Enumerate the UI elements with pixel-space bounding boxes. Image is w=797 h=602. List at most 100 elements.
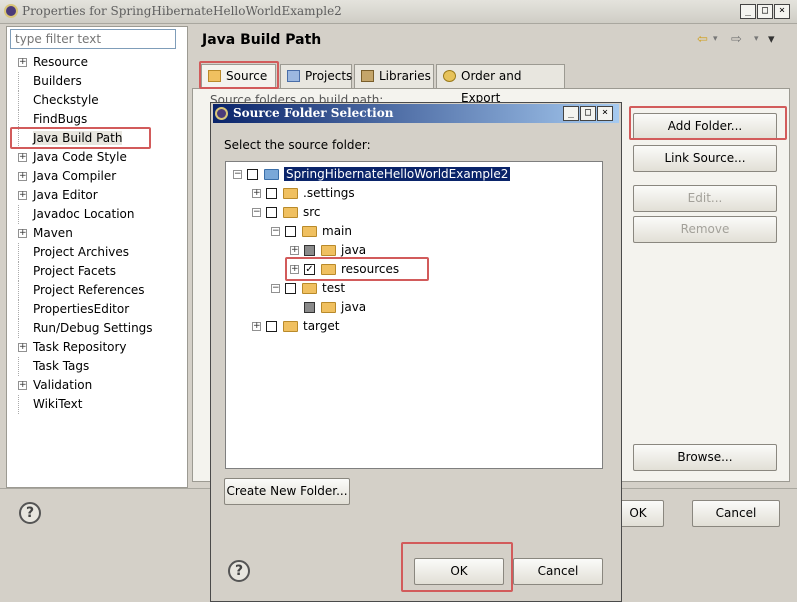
tree-node[interactable]: − src bbox=[252, 203, 321, 222]
window-titlebar: Properties for SpringHibernateHelloWorld… bbox=[0, 0, 797, 24]
dialog-titlebar: Source Folder Selection bbox=[213, 104, 619, 123]
tab-libraries[interactable]: Libraries bbox=[354, 64, 434, 88]
back-menu-icon[interactable]: ▾ bbox=[713, 34, 718, 44]
order-export-icon bbox=[443, 70, 456, 82]
sidebar-item-label: Run/Debug Settings bbox=[33, 321, 153, 335]
sidebar-item[interactable]: Javadoc Location bbox=[18, 205, 134, 224]
tab-libraries-label: Libraries bbox=[379, 69, 431, 83]
tree-node-label: src bbox=[303, 205, 321, 219]
dialog-cancel-button[interactable]: Cancel bbox=[513, 558, 603, 585]
sidebar-item-label: Validation bbox=[33, 378, 93, 392]
tree-node[interactable]: − main bbox=[271, 222, 352, 241]
sidebar-item[interactable]: + Resource bbox=[18, 53, 88, 72]
filter-input[interactable] bbox=[10, 29, 176, 49]
tree-node-label: java bbox=[341, 243, 367, 257]
folder-icon bbox=[321, 245, 336, 256]
cancel-button[interactable]: Cancel bbox=[692, 500, 780, 527]
link-source-button[interactable]: Link Source... bbox=[633, 145, 777, 172]
expand-icon[interactable]: + bbox=[18, 191, 27, 200]
tree-node-label: SpringHibernateHelloWorldExample2 bbox=[284, 167, 511, 181]
close-button[interactable]: × bbox=[774, 4, 790, 19]
expand-icon[interactable]: + bbox=[18, 172, 27, 181]
edit-button[interactable]: Edit... bbox=[633, 185, 777, 212]
sidebar-item[interactable]: + Maven bbox=[18, 224, 73, 243]
create-new-folder-button[interactable]: Create New Folder... bbox=[224, 478, 350, 505]
sidebar-item-label: Java Editor bbox=[33, 188, 98, 202]
maximize-button[interactable]: □ bbox=[757, 4, 773, 19]
collapse-icon[interactable]: − bbox=[271, 227, 280, 236]
tree-node-label: java bbox=[341, 300, 367, 314]
remove-button[interactable]: Remove bbox=[633, 216, 777, 243]
checkbox[interactable] bbox=[266, 188, 277, 199]
sidebar-item[interactable]: Project Archives bbox=[18, 243, 129, 262]
dialog-help-icon[interactable]: ? bbox=[228, 560, 250, 582]
dialog-close-button[interactable]: × bbox=[597, 106, 613, 121]
checkbox[interactable] bbox=[266, 207, 277, 218]
sidebar-item[interactable]: + Java Code Style bbox=[18, 148, 127, 167]
dialog-prompt: Select the source folder: bbox=[224, 138, 371, 152]
checkbox[interactable] bbox=[247, 169, 258, 180]
checkbox[interactable] bbox=[304, 302, 315, 313]
expand-icon[interactable]: + bbox=[252, 189, 261, 198]
sidebar-item-label: Java Code Style bbox=[33, 150, 127, 164]
sidebar-item[interactable]: Project References bbox=[18, 281, 145, 300]
sidebar-item-label: Checkstyle bbox=[33, 93, 99, 107]
expand-icon[interactable]: + bbox=[18, 381, 27, 390]
forward-menu-icon[interactable]: ▾ bbox=[754, 34, 759, 44]
tree-line bbox=[18, 72, 27, 91]
tree-node[interactable]: + target bbox=[252, 317, 340, 336]
sidebar-item[interactable]: + Task Repository bbox=[18, 338, 127, 357]
checkbox[interactable] bbox=[304, 245, 315, 256]
sidebar-item[interactable]: Task Tags bbox=[18, 357, 89, 376]
checkbox[interactable] bbox=[266, 321, 277, 332]
expand-icon[interactable]: + bbox=[18, 343, 27, 352]
minimize-button[interactable]: _ bbox=[740, 4, 756, 19]
dialog-title: Source Folder Selection bbox=[233, 106, 394, 120]
sidebar-item[interactable]: + Java Editor bbox=[18, 186, 98, 205]
checkbox[interactable] bbox=[285, 283, 296, 294]
sidebar-item[interactable]: + Java Compiler bbox=[18, 167, 116, 186]
sidebar-item-label: FindBugs bbox=[33, 112, 88, 126]
tree-line bbox=[18, 91, 27, 110]
sidebar-item[interactable]: WikiText bbox=[18, 395, 83, 414]
sidebar-item[interactable]: PropertiesEditor bbox=[18, 300, 129, 319]
folder-icon bbox=[283, 188, 298, 199]
tree-line bbox=[18, 262, 27, 281]
tree-node[interactable]: − test bbox=[271, 279, 345, 298]
expand-icon[interactable]: + bbox=[18, 229, 27, 238]
sidebar-item[interactable]: Project Facets bbox=[18, 262, 116, 281]
forward-arrow-icon[interactable]: ⇨ bbox=[731, 32, 742, 47]
sidebar-item[interactable]: + Validation bbox=[18, 376, 92, 395]
tree-node[interactable]: + .settings bbox=[252, 184, 355, 203]
dialog-maximize-button[interactable]: □ bbox=[580, 106, 596, 121]
sidebar-item-label: Resource bbox=[33, 55, 89, 69]
checkbox[interactable] bbox=[285, 226, 296, 237]
expand-icon[interactable]: + bbox=[18, 58, 27, 67]
expand-icon[interactable]: + bbox=[252, 322, 261, 331]
back-arrow-icon[interactable]: ⇦ bbox=[697, 32, 708, 47]
sidebar-item[interactable]: Run/Debug Settings bbox=[18, 319, 153, 338]
tree-node-label: target bbox=[303, 319, 340, 333]
source-tab-highlight bbox=[199, 61, 279, 89]
expand-icon[interactable]: + bbox=[290, 246, 299, 255]
view-menu-icon[interactable]: ▾ bbox=[768, 32, 775, 47]
folder-icon bbox=[283, 207, 298, 218]
tab-order-and-export[interactable]: Order and Export bbox=[436, 64, 565, 105]
dialog-minimize-button[interactable]: _ bbox=[563, 106, 579, 121]
browse-button[interactable]: Browse... bbox=[633, 444, 777, 471]
tab-projects[interactable]: Projects bbox=[280, 64, 352, 88]
collapse-icon[interactable]: − bbox=[252, 208, 261, 217]
libraries-icon bbox=[361, 70, 374, 82]
project-folder-icon bbox=[264, 169, 279, 180]
projects-icon bbox=[287, 70, 300, 82]
expand-icon[interactable]: + bbox=[18, 153, 27, 162]
sidebar-item-label: Java Compiler bbox=[33, 169, 117, 183]
sidebar-item-label: Project Archives bbox=[33, 245, 130, 259]
tree-node[interactable]: +java bbox=[290, 298, 366, 317]
help-icon[interactable]: ? bbox=[19, 502, 41, 524]
sidebar-item[interactable]: Checkstyle bbox=[18, 91, 99, 110]
tree-node[interactable]: − SpringHibernateHelloWorldExample2 bbox=[233, 165, 511, 184]
collapse-icon[interactable]: − bbox=[271, 284, 280, 293]
collapse-icon[interactable]: − bbox=[233, 170, 242, 179]
sidebar-item[interactable]: Builders bbox=[18, 72, 82, 91]
